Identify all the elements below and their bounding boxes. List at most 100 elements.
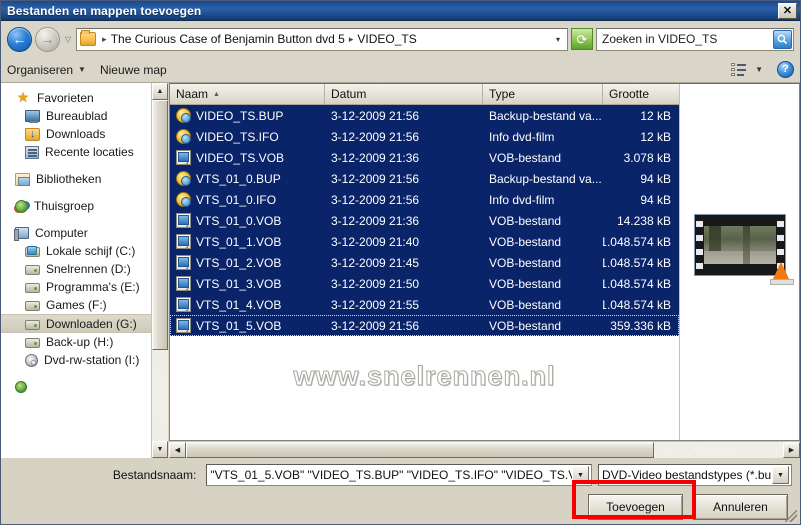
- breadcrumb[interactable]: ▸ The Curious Case of Benjamin Button dv…: [76, 27, 568, 51]
- breadcrumb-separator-0: ▸: [102, 33, 107, 44]
- cell-date: 3-12-2009 21:36: [331, 150, 420, 165]
- vob-file-icon: [176, 276, 191, 291]
- sidebar-item-bureaublad[interactable]: Bureaublad: [1, 107, 151, 125]
- scroll-right-icon[interactable]: ▶: [783, 442, 800, 458]
- table-row[interactable]: VTS_01_4.VOB 3-12-2009 21:55 VOB-bestand…: [170, 294, 679, 315]
- filename-chevron-down-icon[interactable]: ▼: [572, 466, 589, 484]
- sidebar-item-snelrennen-d[interactable]: Snelrennen (D:): [1, 260, 151, 278]
- help-icon[interactable]: ?: [777, 61, 794, 78]
- folder-icon: [80, 30, 97, 46]
- sidebar-item-downloaden-g[interactable]: Downloaden (G:): [1, 314, 151, 333]
- recent-pages-dropdown[interactable]: ▽: [63, 35, 73, 44]
- table-row[interactable]: VTS_01_3.VOB 3-12-2009 21:50 VOB-bestand…: [170, 273, 679, 294]
- cell-type: VOB-bestand: [489, 234, 562, 249]
- cancel-button[interactable]: Annuleren: [693, 494, 788, 520]
- resize-grip[interactable]: [785, 510, 797, 522]
- sidebar-item-favorieten[interactable]: ★ Favorieten: [1, 89, 151, 107]
- cell-type: VOB-bestand: [489, 297, 562, 312]
- sidebar-item-label: Downloaden (G:): [46, 316, 137, 331]
- cell-size: 1.048.574 kB: [603, 234, 671, 249]
- file-list-pane: Naam ▲ Datum Type Grootte VIDEO_TS.BUP 3…: [169, 83, 800, 441]
- cell-date: 3-12-2009 21:56: [331, 129, 420, 144]
- table-row[interactable]: VTS_01_0.BUP 3-12-2009 21:56 Backup-best…: [170, 168, 679, 189]
- sidebar-item-network[interactable]: [1, 378, 151, 396]
- sidebar-item-back-up-h[interactable]: Back-up (H:): [1, 333, 151, 351]
- column-header-datum[interactable]: Datum: [325, 84, 483, 104]
- navigation-tree: ★ Favorieten Bureaublad Downloads Recent…: [1, 83, 151, 458]
- sidebar-item-dvd-rw-station-i[interactable]: Dvd-rw-station (I:): [1, 351, 151, 369]
- breadcrumb-item-1[interactable]: VIDEO_TS: [357, 32, 416, 46]
- sidebar-item-downloads[interactable]: Downloads: [1, 125, 151, 143]
- cell-size: 1.048.574 kB: [603, 297, 671, 312]
- sidebar-item-recente-locaties[interactable]: Recente locaties: [1, 143, 151, 161]
- file-list-column: Naam ▲ Datum Type Grootte VIDEO_TS.BUP 3…: [170, 84, 679, 440]
- sidebar-item-bibliotheken[interactable]: Bibliotheken: [1, 170, 151, 188]
- drive-icon: [25, 301, 40, 311]
- view-mode-chevron-down-icon[interactable]: ▼: [755, 65, 763, 74]
- cell-size: 3.078 kB: [623, 150, 671, 165]
- search-box[interactable]: [596, 27, 794, 51]
- filetype-select[interactable]: DVD-Video bestandstypes (*.bup ▼: [598, 464, 792, 486]
- dvd-info-file-icon: [176, 129, 191, 144]
- cell-date: 3-12-2009 21:56: [331, 192, 420, 207]
- scroll-up-icon[interactable]: ▲: [152, 83, 168, 100]
- table-row[interactable]: VIDEO_TS.IFO 3-12-2009 21:56 Info dvd-fi…: [170, 126, 679, 147]
- table-row[interactable]: VIDEO_TS.BUP 3-12-2009 21:56 Backup-best…: [170, 105, 679, 126]
- scrollbar-thumb[interactable]: [152, 100, 168, 350]
- sidebar-item-thuisgroep[interactable]: Thuisgroep: [1, 197, 151, 215]
- add-button[interactable]: Toevoegen: [588, 494, 683, 520]
- breadcrumb-item-0[interactable]: The Curious Case of Benjamin Button dvd …: [111, 32, 345, 46]
- back-button[interactable]: ←: [7, 26, 32, 52]
- cell-name: VIDEO_TS.BUP: [170, 108, 325, 123]
- hscrollbar-track[interactable]: [186, 442, 783, 458]
- cell-name: VTS_01_4.VOB: [170, 297, 325, 312]
- scroll-left-icon[interactable]: ◀: [169, 442, 186, 458]
- search-input[interactable]: [602, 32, 773, 46]
- cell-date: 3-12-2009 21:56: [331, 171, 420, 186]
- file-name: VTS_01_4.VOB: [196, 297, 282, 312]
- cell-size: 14.238 kB: [616, 213, 671, 228]
- file-list-horizontal-scrollbar[interactable]: ◀ ▶: [169, 441, 800, 458]
- search-icon[interactable]: [773, 29, 792, 49]
- sidebar-item-programmas-e[interactable]: Programma's (E:): [1, 278, 151, 296]
- sidebar-item-lokale-schijf-c[interactable]: Lokale schijf (C:): [1, 242, 151, 260]
- refresh-icon[interactable]: ⟳: [571, 28, 593, 50]
- sidebar-item-games-f[interactable]: Games (F:): [1, 296, 151, 314]
- new-folder-button[interactable]: Nieuwe map: [100, 63, 167, 77]
- cell-type: Backup-bestand va...: [489, 171, 602, 186]
- sidebar-item-computer[interactable]: Computer: [1, 224, 151, 242]
- forward-arrow-icon: →: [40, 31, 55, 47]
- scroll-down-icon[interactable]: ▼: [152, 441, 168, 458]
- column-header-type[interactable]: Type: [483, 84, 603, 104]
- filetype-chevron-down-icon[interactable]: ▼: [772, 466, 789, 484]
- organize-button[interactable]: Organiseren ▼: [7, 63, 86, 77]
- cell-name: VTS_01_0.BUP: [170, 171, 325, 186]
- filename-label: Bestandsnaam:: [112, 468, 197, 482]
- libraries-icon: [15, 172, 30, 186]
- navigation-pane-scrollbar[interactable]: ▲ ▼: [151, 83, 168, 458]
- scrollbar-track[interactable]: [152, 100, 168, 441]
- cell-type: VOB-bestand: [489, 150, 562, 165]
- close-icon[interactable]: ✕: [778, 3, 797, 19]
- table-row[interactable]: VIDEO_TS.VOB 3-12-2009 21:36 VOB-bestand…: [170, 147, 679, 168]
- file-pane-wrap: Naam ▲ Datum Type Grootte VIDEO_TS.BUP 3…: [169, 83, 800, 458]
- dialog-body: ★ Favorieten Bureaublad Downloads Recent…: [1, 83, 800, 458]
- view-mode-icon[interactable]: [731, 62, 747, 77]
- forward-button[interactable]: →: [35, 26, 60, 52]
- file-rows[interactable]: VIDEO_TS.BUP 3-12-2009 21:56 Backup-best…: [170, 105, 679, 440]
- table-row[interactable]: VTS_01_0.IFO 3-12-2009 21:56 Info dvd-fi…: [170, 189, 679, 210]
- table-row[interactable]: VTS_01_2.VOB 3-12-2009 21:45 VOB-bestand…: [170, 252, 679, 273]
- homegroup-icon: [15, 199, 28, 213]
- hscrollbar-thumb[interactable]: [186, 442, 654, 458]
- filename-input[interactable]: "VTS_01_5.VOB" "VIDEO_TS.BUP" "VIDEO_TS.…: [206, 464, 592, 486]
- vob-file-icon: [176, 213, 191, 228]
- table-row[interactable]: VTS_01_0.VOB 3-12-2009 21:36 VOB-bestand…: [170, 210, 679, 231]
- table-row[interactable]: VTS_01_5.VOB 3-12-2009 21:56 VOB-bestand…: [170, 315, 679, 336]
- chevron-down-icon[interactable]: ▾: [552, 35, 564, 44]
- column-header-naam[interactable]: Naam ▲: [170, 84, 325, 104]
- sidebar-item-label: Recente locaties: [45, 145, 134, 159]
- cell-type: VOB-bestand: [489, 255, 562, 270]
- table-row[interactable]: VTS_01_1.VOB 3-12-2009 21:40 VOB-bestand…: [170, 231, 679, 252]
- file-name: VIDEO_TS.IFO: [196, 129, 279, 144]
- column-header-grootte[interactable]: Grootte: [603, 84, 677, 104]
